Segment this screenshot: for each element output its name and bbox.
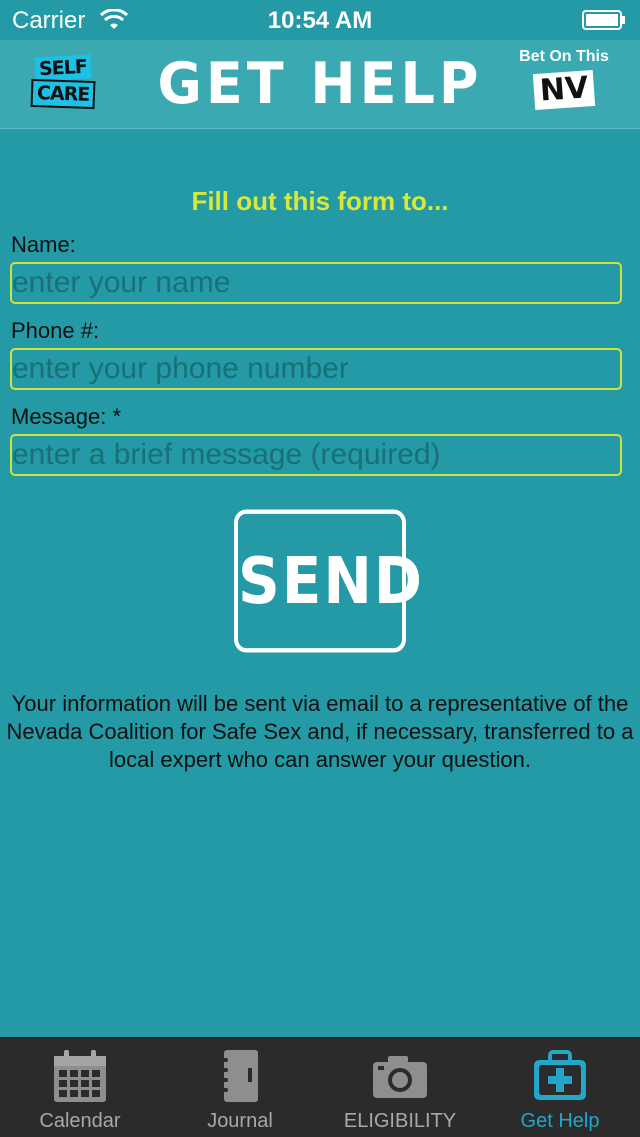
nv-badge: NV: [532, 69, 596, 111]
send-button[interactable]: SEND: [234, 509, 422, 653]
name-input[interactable]: [10, 262, 622, 304]
tab-calendar[interactable]: Calendar: [0, 1038, 160, 1137]
bet-on-this-nv-logo[interactable]: Bet On This NV: [514, 48, 614, 111]
tab-bar: Calendar Journal ELIGIBILITY Get Help: [0, 1037, 640, 1137]
calendar-icon: [54, 1050, 106, 1102]
name-label: Name:: [11, 232, 76, 257]
phone-label: Phone #:: [11, 318, 100, 343]
message-label: Message: *: [11, 404, 122, 429]
tab-eligibility[interactable]: ELIGIBILITY: [320, 1038, 480, 1137]
clock: 10:54 AM: [267, 7, 373, 34]
tab-get-help[interactable]: Get Help: [480, 1038, 640, 1137]
journal-icon: [220, 1050, 258, 1102]
form-intro: Fill out this form to...: [191, 186, 449, 216]
tab-calendar-label: Calendar: [39, 1110, 121, 1132]
message-input[interactable]: [10, 434, 622, 476]
tab-journal[interactable]: Journal: [160, 1038, 320, 1137]
status-bar: Carrier 10:54 AM: [0, 0, 640, 40]
info-text: Your information will be sent via email …: [6, 691, 634, 772]
medical-kit-icon: [534, 1050, 586, 1100]
camera-icon: [373, 1056, 427, 1098]
tab-journal-label: Journal: [207, 1110, 273, 1132]
phone-input[interactable]: [10, 348, 622, 390]
bet-on-this-text: Bet On This: [519, 48, 609, 65]
tab-eligibility-label: ELIGIBILITY: [343, 1110, 457, 1132]
battery-icon: [582, 10, 625, 30]
tab-get-help-label: Get Help: [520, 1110, 600, 1132]
